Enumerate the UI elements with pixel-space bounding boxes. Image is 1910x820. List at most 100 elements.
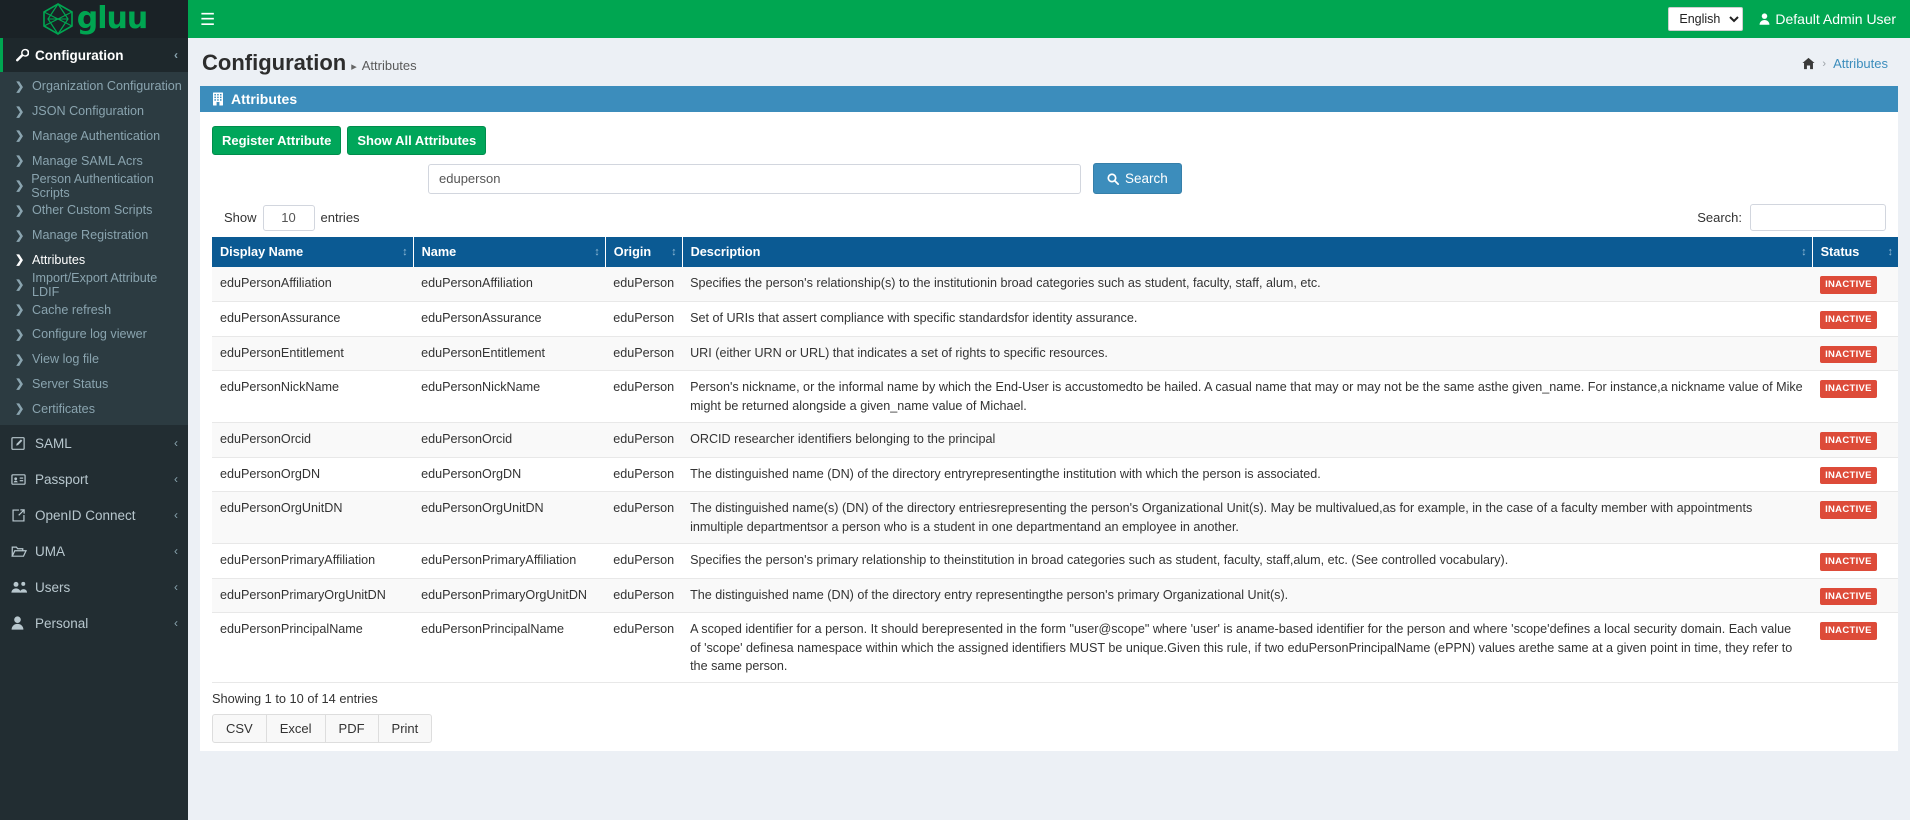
column-header-label: Description	[690, 245, 761, 259]
column-header-description[interactable]: Description ↕	[682, 237, 1813, 267]
main-content: ☰ English Default Admin User Configurati…	[188, 0, 1910, 820]
brand-logo[interactable]: gluu	[0, 0, 188, 38]
cell-name: eduPersonNickName	[413, 370, 606, 423]
sidebar-item-view-log-file[interactable]: ❯ View log file	[0, 347, 188, 372]
table-row[interactable]: eduPersonNickName eduPersonNickName eduPer…	[212, 370, 1898, 423]
column-header-status[interactable]: Status ↕	[1812, 237, 1898, 267]
sort-updown-icon[interactable]: ↕	[402, 246, 407, 258]
sidebar-item-users[interactable]: Users ‹	[0, 569, 188, 605]
table-row[interactable]: eduPersonPrimaryAffiliation eduPersonPrim…	[212, 543, 1898, 579]
hamburger-icon[interactable]: ☰	[200, 11, 215, 28]
cell-status: INACTIVE	[1812, 267, 1898, 302]
sidebar-item-personal[interactable]: Personal ‹	[0, 605, 188, 641]
sidebar-item-manage-registration[interactable]: ❯ Manage Registration	[0, 223, 188, 248]
column-header-origin[interactable]: Origin ↕	[605, 237, 683, 267]
export-button-pdf[interactable]: PDF	[324, 714, 379, 744]
sidebar-item-manage-saml-acrs[interactable]: ❯ Manage SAML Acrs	[0, 148, 188, 173]
chevron-right-icon: ❯	[15, 279, 25, 292]
sidebar-item-import-export-attribute-ldif[interactable]: ❯ Import/Export Attribute LDIF	[0, 271, 188, 299]
brand-name: gluu	[76, 1, 148, 36]
export-button-csv[interactable]: CSV	[212, 714, 267, 744]
page-title: Configuration	[202, 50, 347, 75]
register-attribute-button[interactable]: Register Attribute	[212, 126, 342, 155]
building-icon	[212, 92, 224, 106]
table-row[interactable]: eduPersonAffiliation eduPersonAffiliation…	[212, 267, 1898, 302]
home-icon[interactable]	[1802, 57, 1815, 70]
status-badge: INACTIVE	[1820, 622, 1877, 641]
table-filter-input[interactable]	[1750, 204, 1886, 231]
chevron-left-icon: ‹	[174, 544, 178, 559]
sidebar-item-attributes[interactable]: ❯ Attributes	[0, 248, 188, 273]
chevron-right-icon: ❯	[15, 328, 25, 341]
chevron-left-icon: ‹	[174, 508, 178, 523]
table-row[interactable]: eduPersonOrgUnitDN eduPersonOrgUnitDN eduP…	[212, 491, 1898, 544]
cell-description: The distinguished name (DN) of the direc…	[682, 578, 1813, 614]
cell-name: eduPersonAffiliation	[413, 267, 606, 302]
cell-status: INACTIVE	[1812, 543, 1898, 579]
chevron-left-icon: ‹	[174, 616, 178, 631]
content-header: Configuration ▸ Attributes › Attributes	[188, 38, 1910, 86]
sidebar-item-label: Users	[35, 579, 71, 595]
chevron-right-icon: ❯	[15, 378, 25, 391]
chevron-left-icon: ‹	[174, 48, 178, 62]
sidebar-item-label: Attributes	[32, 252, 86, 267]
sidebar-item-saml[interactable]: SAML ‹	[0, 425, 188, 461]
entries-per-page-input[interactable]	[262, 204, 315, 231]
cell-status: INACTIVE	[1812, 336, 1898, 372]
sort-updown-icon[interactable]: ↕	[594, 246, 599, 258]
sidebar-item-configure-log-viewer[interactable]: ❯ Configure log viewer	[0, 322, 188, 347]
table-row[interactable]: eduPersonEntitlement eduPersonEntitlement…	[212, 336, 1898, 372]
gluu-icosahedron-icon	[41, 2, 75, 36]
chevron-left-icon: ‹	[174, 472, 178, 487]
sidebar-sub-list: ❯ Organization Configuration ❯ JSON Configu…	[0, 72, 188, 426]
table-row[interactable]: eduPersonOrgDN eduPersonOrgDN eduPerson The…	[212, 457, 1898, 493]
sidebar-item-label: SAML	[35, 435, 72, 451]
sidebar-item-person-authentication-scripts[interactable]: ❯ Person Authentication Scripts	[0, 171, 188, 200]
entries-label: entries	[320, 210, 360, 225]
search-button-label: Search	[1125, 171, 1168, 186]
cell-display-name: eduPersonAssurance	[212, 301, 414, 337]
cell-description: Person's nickname, or the informal name …	[682, 370, 1813, 423]
cell-name: eduPersonAssurance	[413, 301, 606, 337]
sidebar-item-label: Person Authentication Scripts	[31, 171, 154, 200]
column-header-name[interactable]: Name ↕	[413, 237, 606, 267]
admin-user-menu[interactable]: Default Admin User	[1759, 11, 1896, 27]
sidebar-item-label: Manage SAML Acrs	[32, 153, 143, 168]
search-button[interactable]: Search	[1093, 163, 1182, 194]
breadcrumb-current[interactable]: Attributes	[1833, 56, 1888, 71]
sidebar-item-label: JSON Configuration	[32, 104, 144, 119]
box-header: Attributes	[200, 86, 1898, 112]
sidebar-item-manage-authentication[interactable]: ❯ Manage Authentication	[0, 124, 188, 149]
show-all-attributes-button[interactable]: Show All Attributes	[347, 126, 487, 155]
language-select[interactable]: English	[1668, 7, 1744, 31]
sidebar-item-uma[interactable]: UMA ‹	[0, 533, 188, 569]
table-row[interactable]: eduPersonAssurance eduPersonAssurance eduP…	[212, 301, 1898, 337]
sidebar-item-passport[interactable]: Passport ‹	[0, 461, 188, 497]
sort-updown-icon[interactable]: ↕	[1801, 246, 1806, 258]
status-badge: INACTIVE	[1820, 380, 1877, 399]
cell-description: The distinguished name (DN) of the direc…	[682, 457, 1813, 493]
table-row[interactable]: eduPersonPrimaryOrgUnitDN eduPersonPrimar…	[212, 578, 1898, 614]
sidebar-item-certificates[interactable]: ❯ Certificates	[0, 396, 188, 421]
sidebar-item-openid-connect[interactable]: OpenID Connect ‹	[0, 497, 188, 533]
sidebar-item-other-custom-scripts[interactable]: ❯ Other Custom Scripts	[0, 198, 188, 223]
column-header-label: Name	[421, 245, 457, 259]
sort-updown-icon[interactable]: ↕	[1888, 246, 1893, 258]
sort-updown-icon[interactable]: ↕	[671, 246, 676, 258]
sidebar-item-label: Personal	[35, 615, 89, 631]
table-body: eduPersonAffiliation eduPersonAffiliation…	[212, 267, 1898, 684]
sidebar-section-configuration[interactable]: Configuration ‹	[0, 38, 188, 72]
sidebar-item-cache-refresh[interactable]: ❯ Cache refresh	[0, 297, 188, 322]
export-button-excel[interactable]: Excel	[265, 714, 326, 744]
export-button-print[interactable]: Print	[377, 714, 433, 744]
cell-status: INACTIVE	[1812, 612, 1898, 684]
cell-display-name: eduPersonEntitlement	[212, 336, 414, 372]
sidebar-item-organization-configuration[interactable]: ❯ Organization Configuration	[0, 74, 188, 99]
column-header-display-name[interactable]: Display Name ↕	[212, 237, 414, 267]
sidebar-item-server-status[interactable]: ❯ Server Status	[0, 372, 188, 397]
sidebar-item-json-configuration[interactable]: ❯ JSON Configuration	[0, 99, 188, 124]
table-row[interactable]: eduPersonOrcid eduPersonOrcid eduPerson ORC…	[212, 422, 1898, 458]
sidebar-item-label: Organization Configuration	[32, 79, 182, 94]
table-row[interactable]: eduPersonPrincipalName eduPersonPrincipal…	[212, 612, 1898, 684]
attribute-search-input[interactable]	[428, 163, 1081, 194]
